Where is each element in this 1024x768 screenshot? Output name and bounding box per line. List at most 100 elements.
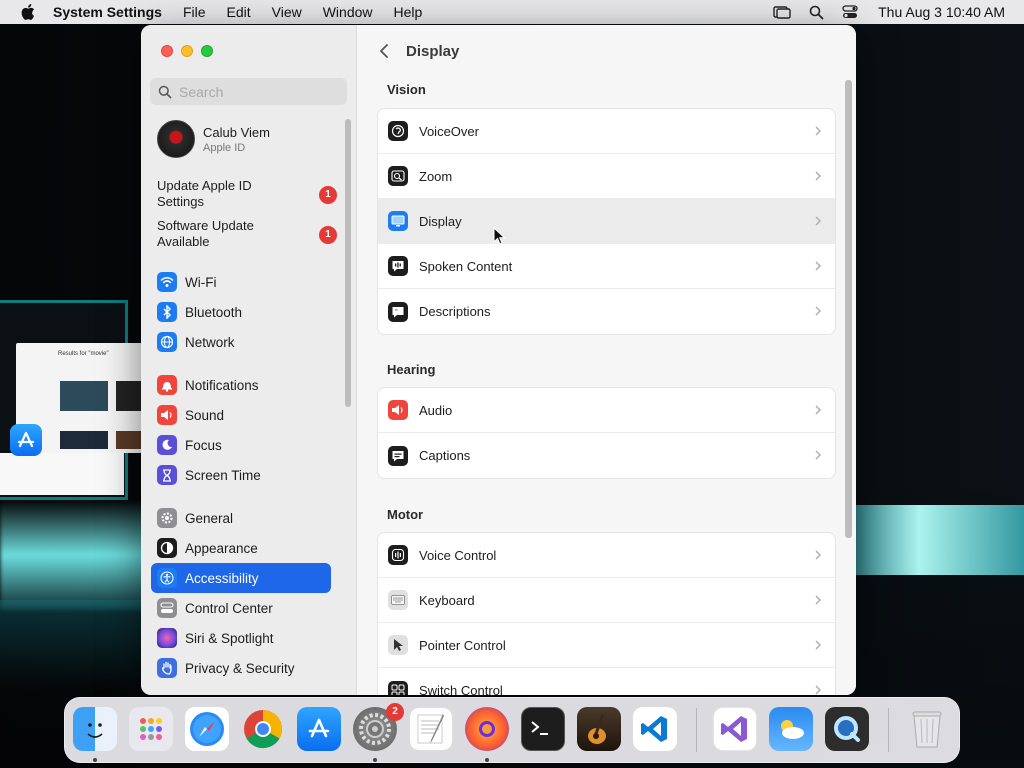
app-store-desktop-icon[interactable]: [10, 424, 42, 456]
row-label: Keyboard: [419, 592, 475, 608]
dock: 2: [64, 697, 960, 763]
dock-quicktime-icon[interactable]: [825, 707, 869, 751]
sidebar-item-label: Notifications: [185, 377, 259, 393]
row-spoken-content[interactable]: Spoken Content: [378, 244, 835, 289]
settings-badge: 2: [386, 703, 404, 721]
minimize-window-button[interactable]: [181, 45, 193, 57]
row-switch-control[interactable]: Switch Control: [378, 668, 835, 695]
dock-vscode-icon[interactable]: [633, 707, 677, 751]
sidebar-item-wifi[interactable]: Wi-Fi: [151, 267, 331, 297]
sidebar-item-privacy-security[interactable]: Privacy & Security: [151, 653, 331, 683]
notice-label: Update Apple ID Settings: [157, 178, 252, 209]
captions-icon: [388, 445, 408, 466]
close-window-button[interactable]: [161, 45, 173, 57]
siri-icon: [157, 628, 177, 648]
dock-finder-icon[interactable]: [73, 707, 117, 751]
account-name: Calub Viem: [203, 124, 270, 140]
sidebar-item-label: Siri & Spotlight: [185, 630, 274, 646]
sidebar-item-focus[interactable]: Focus: [151, 430, 331, 460]
menu-window[interactable]: Window: [323, 4, 373, 20]
row-zoom[interactable]: Zoom: [378, 154, 835, 199]
section-title-motor: Motor: [387, 507, 424, 522]
menu-file[interactable]: File: [183, 4, 206, 20]
control-center-menu-icon[interactable]: [840, 4, 860, 20]
sidebar-search[interactable]: [150, 78, 347, 105]
spotlight-search-icon[interactable]: [806, 4, 826, 20]
sidebar-item-general[interactable]: General: [151, 503, 331, 533]
dock-separator: [696, 708, 697, 752]
row-captions[interactable]: Captions: [378, 433, 835, 478]
search-input[interactable]: [179, 83, 339, 100]
sidebar-item-label: Screen Time: [185, 467, 261, 483]
menu-edit[interactable]: Edit: [227, 4, 251, 20]
dock-trash-icon[interactable]: [905, 707, 949, 751]
svg-text:": ": [395, 308, 398, 315]
hand-icon: [157, 658, 177, 678]
dock-separator: [888, 708, 889, 752]
zoom-window-button[interactable]: [201, 45, 213, 57]
dock-garageband-icon[interactable]: [577, 707, 621, 751]
dock-textedit-icon[interactable]: [409, 707, 453, 751]
content-scrollbar[interactable]: [845, 80, 852, 538]
sidebar-item-network[interactable]: Network: [151, 327, 331, 357]
chevron-left-icon: [380, 44, 388, 58]
dock-firefox-icon[interactable]: [465, 707, 509, 751]
menu-app-name[interactable]: System Settings: [53, 4, 162, 20]
dock-weather-icon[interactable]: [769, 707, 813, 751]
keyboard-icon: [388, 590, 408, 610]
sidebar-item-appearance[interactable]: Appearance: [151, 533, 331, 563]
running-indicator: [373, 758, 377, 762]
hearing-group: Audio Captions: [377, 387, 836, 479]
chevron-right-icon: [815, 216, 822, 226]
row-label: Display: [419, 213, 462, 229]
account-subtitle: Apple ID: [203, 141, 246, 154]
row-descriptions[interactable]: " Descriptions: [378, 289, 835, 334]
row-display[interactable]: Display: [378, 199, 835, 244]
sidebar-item-label: General: [185, 510, 234, 526]
menu-view[interactable]: View: [272, 4, 302, 20]
screen-mirroring-icon[interactable]: [772, 4, 792, 20]
running-indicator: [485, 758, 489, 762]
sidebar-item-label: Focus: [185, 437, 222, 453]
sidebar-item-sound[interactable]: Sound: [151, 400, 331, 430]
section-title-vision: Vision: [387, 82, 426, 97]
sidebar-item-label: Network: [185, 334, 235, 350]
sidebar-item-control-center[interactable]: Control Center: [151, 593, 331, 623]
running-indicator: [93, 758, 97, 762]
sidebar-item-screen-time[interactable]: Screen Time: [151, 460, 331, 490]
chevron-right-icon: [815, 685, 822, 695]
software-update-notice[interactable]: Software Update Available 1: [157, 218, 337, 250]
menu-help[interactable]: Help: [394, 4, 423, 20]
notice-badge: 1: [319, 226, 337, 244]
sidebar-item-accessibility[interactable]: Accessibility: [151, 563, 331, 593]
back-button[interactable]: [372, 39, 396, 63]
menubar-clock[interactable]: Thu Aug 3 10:40 AM: [878, 4, 1005, 20]
row-voiceover[interactable]: VoiceOver: [378, 109, 835, 154]
apple-id-account[interactable]: Calub Viem Apple ID: [157, 120, 270, 158]
row-keyboard[interactable]: Keyboard: [378, 578, 835, 623]
voiceover-icon: [388, 121, 408, 141]
sidebar-item-siri-spotlight[interactable]: Siri & Spotlight: [151, 623, 331, 653]
dock-app-store-icon[interactable]: [297, 707, 341, 751]
dock-launchpad-icon[interactable]: [129, 707, 173, 751]
sidebar-scrollbar[interactable]: [345, 119, 351, 407]
wallpaper-glow-right: [850, 505, 1024, 575]
sidebar-item-label: Control Center: [185, 600, 273, 616]
dock-terminal-icon[interactable]: [521, 707, 565, 751]
dock-visual-studio-icon[interactable]: [713, 707, 757, 751]
chevron-right-icon: [815, 126, 822, 136]
settings-content: Display Vision VoiceOver Zoom Display Sp…: [357, 25, 856, 695]
update-apple-id-notice[interactable]: Update Apple ID Settings 1: [157, 178, 337, 210]
apple-menu-icon[interactable]: [18, 0, 38, 24]
dock-safari-icon[interactable]: [185, 707, 229, 751]
row-pointer-control[interactable]: Pointer Control: [378, 623, 835, 668]
row-audio[interactable]: Audio: [378, 388, 835, 433]
globe-icon: [157, 332, 177, 352]
sidebar-item-bluetooth[interactable]: Bluetooth: [151, 297, 331, 327]
dock-chrome-icon[interactable]: [241, 707, 285, 751]
chevron-right-icon: [815, 450, 822, 460]
sidebar-item-notifications[interactable]: Notifications: [151, 370, 331, 400]
row-voice-control[interactable]: Voice Control: [378, 533, 835, 578]
thumbnail-title: Results for "movie": [58, 351, 109, 357]
display-icon: [388, 211, 408, 231]
